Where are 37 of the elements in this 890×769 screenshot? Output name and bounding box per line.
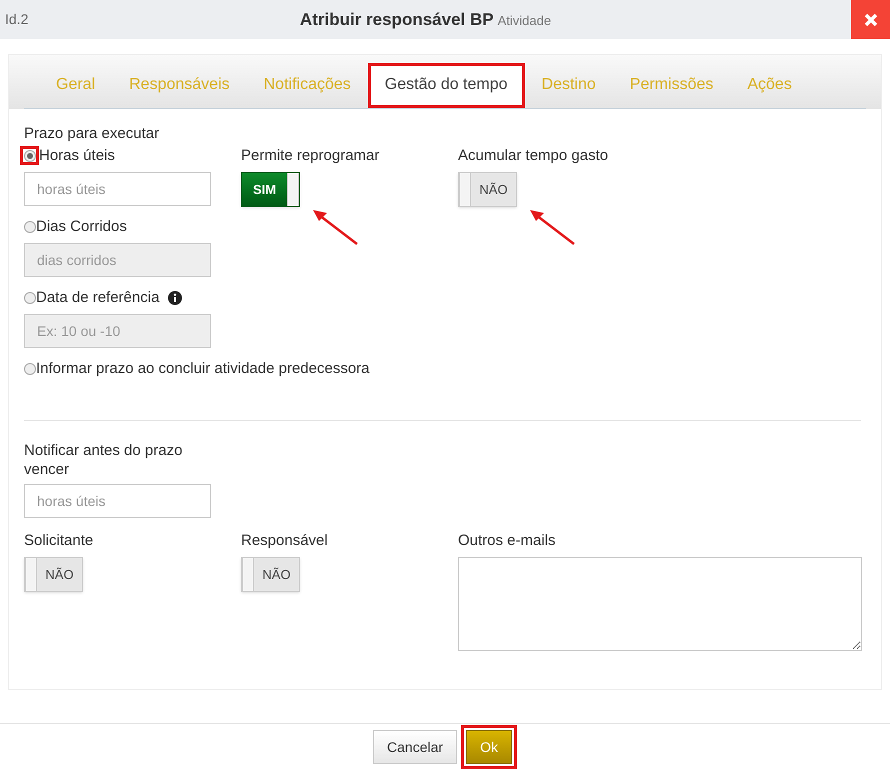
radio-label: Data de referência xyxy=(36,288,160,308)
text-field[interactable]: horas úteis xyxy=(24,484,211,518)
radio-button[interactable] xyxy=(24,220,36,233)
ok-button[interactable]: Ok xyxy=(466,730,512,764)
dialog-title: Atribuir responsável BP xyxy=(300,8,494,31)
text-field[interactable]: horas úteis xyxy=(24,172,211,206)
radio-label: Horas úteis xyxy=(39,146,115,166)
section-label: Notificar antes do prazo vencer xyxy=(24,440,184,479)
radio-button[interactable] xyxy=(24,362,36,375)
dialog-subtitle: Atividade xyxy=(498,12,552,30)
toggle-switch[interactable]: NÃO xyxy=(24,556,83,592)
toggle-label: Solicitante xyxy=(24,530,94,551)
toggle-switch[interactable]: SIM xyxy=(241,172,300,207)
cancel-button[interactable]: Cancelar xyxy=(373,730,458,764)
email-textarea[interactable] xyxy=(458,556,862,651)
radio-button[interactable] xyxy=(24,292,36,304)
tab[interactable]: Notificações xyxy=(250,66,365,105)
radio-label: Dias Corridos xyxy=(36,216,127,237)
toggle-switch[interactable]: NÃO xyxy=(458,172,517,207)
info-icon[interactable] xyxy=(168,290,182,305)
toggle-label: Responsável xyxy=(241,530,329,551)
radio-button[interactable] xyxy=(24,150,36,162)
tab[interactable]: Ações xyxy=(733,66,806,105)
tab[interactable]: Permissões xyxy=(616,66,728,105)
close-button[interactable] xyxy=(851,0,890,39)
tab[interactable]: Gestão do tempo xyxy=(370,66,522,105)
toggle-switch[interactable]: NÃO xyxy=(241,556,300,592)
close-icon xyxy=(864,12,878,26)
toggle-label: Permite reprogramar xyxy=(241,146,380,166)
tab[interactable]: Destino xyxy=(528,66,610,105)
field-label: Outros e-mails xyxy=(458,530,557,551)
tab[interactable]: Responsáveis xyxy=(115,66,244,105)
radio-label: Informar prazo ao concluir atividade predecessora xyxy=(36,358,370,379)
section-label: Prazo para executar xyxy=(24,124,160,144)
record-id: Id.2 xyxy=(5,10,28,29)
tab[interactable]: Geral xyxy=(42,66,110,105)
toggle-label: Acumular tempo gasto xyxy=(458,146,610,166)
